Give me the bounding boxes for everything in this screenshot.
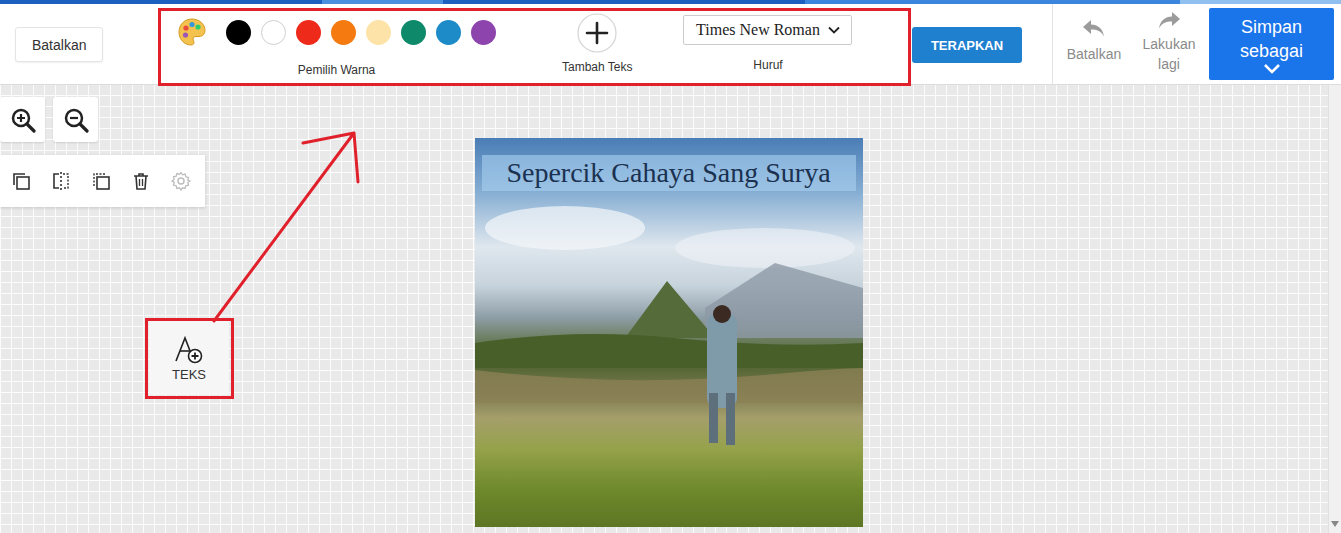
color-swatch[interactable]	[261, 20, 286, 45]
zoom-out-button[interactable]	[53, 97, 98, 142]
save-as-label[interactable]: Simpan sebagai	[1227, 15, 1317, 63]
scroll-down-icon[interactable]	[1331, 521, 1339, 527]
scrollbar[interactable]	[1328, 85, 1341, 533]
toolbar: Batalkan Pemilih Warna Tambah Teks Times Ne…	[0, 4, 1341, 85]
redo-label[interactable]: Lakukan lagi	[1139, 34, 1199, 74]
text-tools: Pemilih Warna Tambah Teks Times New Roman H…	[158, 4, 910, 77]
color-picker: Pemilih Warna	[177, 4, 496, 77]
undo-arrow-icon[interactable]	[1081, 18, 1107, 40]
color-swatch[interactable]	[436, 20, 461, 45]
add-text-label[interactable]: Tambah Teks	[562, 60, 632, 74]
zoom-out-icon[interactable]	[63, 107, 89, 133]
duplicate-button[interactable]	[91, 171, 111, 191]
flip-icon[interactable]	[51, 171, 71, 191]
add-text-button[interactable]: Tambah Teks	[562, 4, 632, 74]
copy-icon[interactable]	[11, 171, 31, 191]
zoom-in-icon[interactable]	[10, 107, 36, 133]
duplicate-icon[interactable]	[91, 171, 111, 191]
chevron-down-icon[interactable]	[828, 26, 840, 34]
canvas[interactable]: TEKS Sepercik Cahaya Sang Surya	[0, 85, 1328, 533]
font-dropdown[interactable]: Times New Roman	[683, 15, 852, 45]
plus-circle-icon[interactable]	[577, 13, 617, 53]
copy-button[interactable]	[11, 171, 31, 191]
font-picker: Times New Roman Huruf	[683, 4, 852, 72]
color-swatch[interactable]	[401, 20, 426, 45]
canvas-text[interactable]: Sepercik Cahaya Sang Surya	[482, 155, 856, 191]
undo-button[interactable]: Batalkan	[1065, 4, 1123, 64]
save-as-button[interactable]: Simpan sebagai	[1209, 8, 1334, 80]
settings-icon	[171, 171, 191, 191]
workspace: TEKS Sepercik Cahaya Sang Surya	[0, 85, 1341, 533]
cancel-area: Batalkan	[0, 4, 158, 62]
color-swatch[interactable]	[366, 20, 391, 45]
object-toolbar	[0, 155, 205, 207]
settings-button[interactable]	[171, 171, 191, 191]
font-value[interactable]: Times New Roman	[696, 21, 820, 39]
chevron-down-icon[interactable]	[1263, 63, 1281, 74]
redo-button[interactable]: Lakukan lagi	[1139, 4, 1199, 74]
zoom-in-button[interactable]	[0, 97, 45, 142]
delete-button[interactable]	[131, 171, 151, 191]
add-text-icon[interactable]	[173, 335, 205, 365]
color-row	[177, 18, 496, 46]
color-picker-label: Pemilih Warna	[298, 63, 376, 77]
apply-button[interactable]: TERAPKAN	[912, 27, 1022, 63]
redo-arrow-icon[interactable]	[1156, 10, 1182, 32]
color-swatch[interactable]	[296, 20, 321, 45]
font-label: Huruf	[753, 58, 782, 72]
flip-button[interactable]	[51, 171, 71, 191]
text-tool-button[interactable]: TEKS	[149, 321, 229, 395]
photo[interactable]: Sepercik Cahaya Sang Surya	[475, 138, 863, 527]
cancel-button[interactable]: Batalkan	[15, 27, 103, 62]
undo-label[interactable]: Batalkan	[1067, 44, 1121, 64]
text-tool-label[interactable]: TEKS	[172, 367, 206, 382]
separator	[1052, 4, 1053, 84]
delete-icon[interactable]	[131, 171, 151, 191]
color-swatch[interactable]	[226, 20, 251, 45]
palette-icon[interactable]	[177, 17, 207, 47]
color-swatch[interactable]	[471, 20, 496, 45]
color-swatch[interactable]	[331, 20, 356, 45]
